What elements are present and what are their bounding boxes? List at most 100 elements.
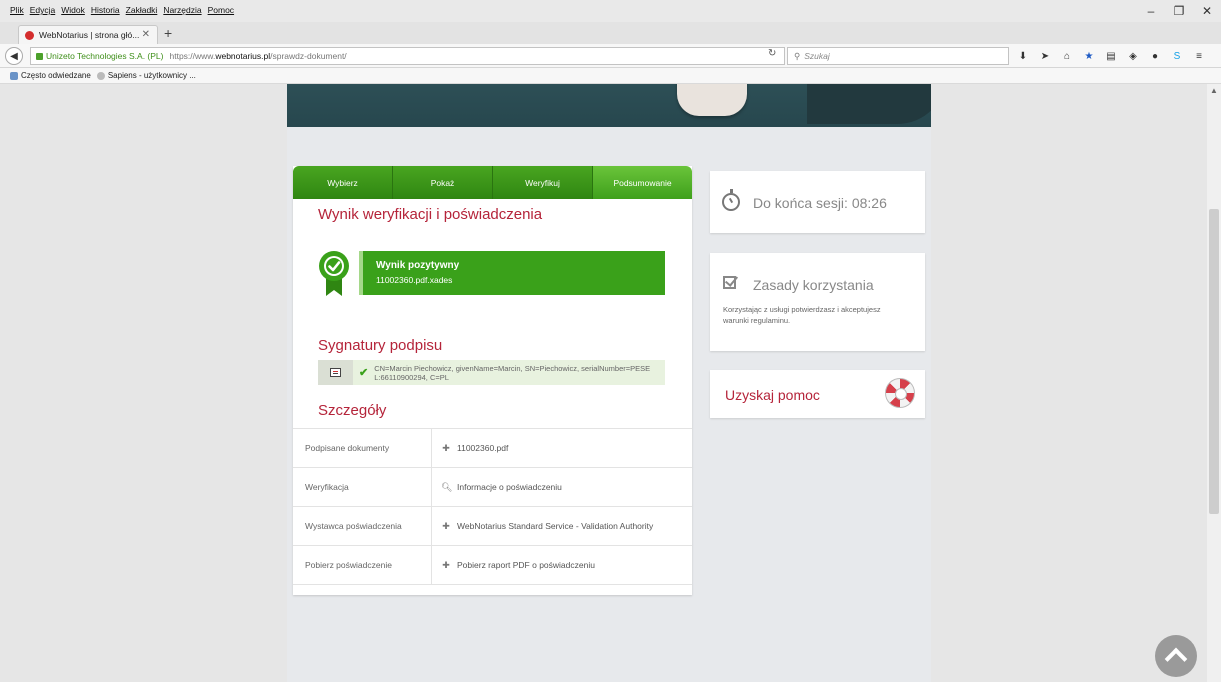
rules-panel[interactable]: Zasady korzystania Korzystając z usługi … xyxy=(710,253,925,351)
scroll-to-top-button[interactable] xyxy=(1155,635,1197,677)
download-icon: ✚ xyxy=(442,442,450,453)
lifebuoy-icon xyxy=(885,378,915,408)
bookmark-label: Sapiens - użytkownicy ... xyxy=(107,71,196,80)
session-timer: Do końca sesji: 08:26 xyxy=(753,195,887,211)
bookmark-item[interactable]: Sapiens - użytkownicy ... xyxy=(96,71,196,80)
address-bar[interactable]: Unizeto Technologies S.A. (PL) https://w… xyxy=(30,47,785,65)
tab-bar: WebNotarius | strona głó... ✕ xyxy=(0,22,1221,44)
minimize-button[interactable]: – xyxy=(1137,0,1165,22)
signature-subject: CN=Marcin Piechowicz, givenName=Marcin, … xyxy=(374,363,651,382)
detail-value-link[interactable]: ✚ WebNotarius Standard Service - Validat… xyxy=(432,507,692,545)
detail-value-link[interactable]: ✚ 11002360.pdf xyxy=(432,429,692,467)
new-tab-button[interactable]: + xyxy=(164,22,172,44)
award-badge-icon xyxy=(319,251,349,296)
signatures-heading: Sygnatury podpisu xyxy=(318,337,443,354)
menu-tools[interactable]: Narzędzia xyxy=(163,5,201,15)
help-title[interactable]: Uzyskaj pomoc xyxy=(725,387,820,403)
bookmarks-bar: Często odwiedzane Sapiens - użytkownicy … xyxy=(0,68,1221,84)
detail-label: Weryfikacja xyxy=(293,468,432,506)
search-placeholder: Szukaj xyxy=(804,51,830,61)
detail-label: Wystawca poświadczenia xyxy=(293,507,432,545)
tab-close-icon[interactable]: ✕ xyxy=(142,29,150,40)
send-icon[interactable]: ➤ xyxy=(1037,47,1053,65)
folder-icon xyxy=(10,71,18,80)
table-row: Pobierz poświadczenie ✚ Pobierz raport P… xyxy=(293,546,692,585)
arrow-left-icon: ◀ xyxy=(10,50,18,62)
search-input[interactable]: ⚲ Szukaj xyxy=(787,47,1009,65)
result-heading: Wynik weryfikacji i poświadczenia xyxy=(318,206,543,223)
details-table: Podpisane dokumenty ✚ 11002360.pdf Weryf… xyxy=(293,428,692,585)
rules-description: Korzystając z usługi potwierdzasz i akce… xyxy=(723,305,881,325)
certificate-icon[interactable] xyxy=(318,360,353,385)
step-choose[interactable]: Wybierz xyxy=(293,166,393,199)
skype-icon[interactable]: S xyxy=(1169,47,1185,65)
chat-icon[interactable]: ● xyxy=(1147,47,1163,65)
detail-value[interactable]: Pobierz raport PDF o poświadczeniu xyxy=(457,560,595,570)
back-button[interactable]: ◀ xyxy=(5,47,23,65)
site-identity[interactable]: Unizeto Technologies S.A. (PL) xyxy=(46,51,164,61)
search-icon: ⚲ xyxy=(794,50,801,61)
menu-icon[interactable]: ≡ xyxy=(1191,47,1207,65)
session-panel: Do końca sesji: 08:26 xyxy=(710,171,925,233)
bookmark-item[interactable]: Często odwiedzane xyxy=(10,71,91,80)
menu-edit[interactable]: Edycja xyxy=(30,5,56,15)
download-icon[interactable]: ⬇ xyxy=(1015,47,1031,65)
globe-icon xyxy=(96,71,105,80)
menu-history[interactable]: Historia xyxy=(91,5,120,15)
hero-phone-image xyxy=(677,84,747,116)
menu-file[interactable]: Plik xyxy=(10,5,24,15)
search-icon: 🔍︎ xyxy=(441,481,453,492)
result-box: Wynik pozytywny 11002360.pdf.xades xyxy=(359,251,665,295)
help-panel[interactable]: Uzyskaj pomoc xyxy=(710,370,925,418)
table-row: Podpisane dokumenty ✚ 11002360.pdf xyxy=(293,429,692,468)
check-icon: ✔ xyxy=(359,367,369,379)
detail-label: Podpisane dokumenty xyxy=(293,429,432,467)
rules-title[interactable]: Zasady korzystania xyxy=(753,277,874,293)
menu-help[interactable]: Pomoc xyxy=(208,5,234,15)
pocket-icon[interactable]: ◈ xyxy=(1125,47,1141,65)
scroll-up-icon[interactable]: ▲ xyxy=(1210,86,1218,95)
download-icon: ✚ xyxy=(442,559,450,570)
url-prefix: https://www. xyxy=(169,51,216,61)
table-row: Wystawca poświadczenia ✚ WebNotarius Sta… xyxy=(293,507,692,546)
menu-bookmarks[interactable]: Zakładki xyxy=(126,5,158,15)
reload-icon[interactable]: ↻ xyxy=(768,48,776,59)
menu-bar: Plik Edycja Widok Historia Zakładki Narz… xyxy=(0,0,1221,22)
hero-banner xyxy=(287,84,931,127)
scrollbar[interactable]: ▲ xyxy=(1207,84,1221,682)
url-path: /sprawdz-dokument/ xyxy=(270,51,347,61)
stopwatch-icon xyxy=(722,189,740,211)
checkbox-icon xyxy=(723,276,736,289)
detail-value[interactable]: 11002360.pdf xyxy=(457,443,508,453)
details-heading: Szczegóły xyxy=(318,402,387,419)
tab-title: WebNotarius | strona głó... xyxy=(39,30,140,40)
detail-value-link[interactable]: 🔍︎ Informacje o poświadczeniu xyxy=(432,468,692,506)
star-icon[interactable]: ★ xyxy=(1081,47,1097,65)
navigation-bar: ◀ Unizeto Technologies S.A. (PL) https:/… xyxy=(0,44,1221,68)
menu-view[interactable]: Widok xyxy=(61,5,85,15)
table-row: Weryfikacja 🔍︎ Informacje o poświadczeni… xyxy=(293,468,692,507)
close-window-button[interactable]: ✕ xyxy=(1193,0,1221,22)
bookmark-label: Często odwiedzane xyxy=(21,71,91,80)
favicon-icon xyxy=(25,30,34,40)
home-icon[interactable]: ⌂ xyxy=(1059,47,1075,65)
hero-shadow-image xyxy=(807,84,931,124)
download-icon: ✚ xyxy=(442,520,450,531)
maximize-button[interactable]: ❐ xyxy=(1165,0,1193,22)
url-domain: webnotarius.pl xyxy=(215,51,271,61)
detail-label: Pobierz poświadczenie xyxy=(293,546,432,584)
step-verify[interactable]: Weryfikuj xyxy=(493,166,593,199)
scrollbar-thumb[interactable] xyxy=(1209,209,1219,514)
browser-tab[interactable]: WebNotarius | strona głó... ✕ xyxy=(18,25,158,44)
signature-row[interactable]: ✔ CN=Marcin Piechowicz, givenName=Marcin… xyxy=(318,360,665,385)
result-status: Wynik pozytywny xyxy=(376,260,460,271)
detail-value[interactable]: WebNotarius Standard Service - Validatio… xyxy=(457,521,653,531)
step-show[interactable]: Pokaż xyxy=(393,166,493,199)
result-file: 11002360.pdf.xades xyxy=(376,275,453,285)
verification-card: Wybierz Pokaż Weryfikuj Podsumowanie Wyn… xyxy=(293,166,692,595)
detail-value[interactable]: Informacje o poświadczeniu xyxy=(457,482,562,492)
lock-icon xyxy=(36,52,43,60)
clipboard-icon[interactable]: ▤ xyxy=(1103,47,1119,65)
detail-value-link[interactable]: ✚ Pobierz raport PDF o poświadczeniu xyxy=(432,546,692,584)
step-summary[interactable]: Podsumowanie xyxy=(593,166,692,199)
